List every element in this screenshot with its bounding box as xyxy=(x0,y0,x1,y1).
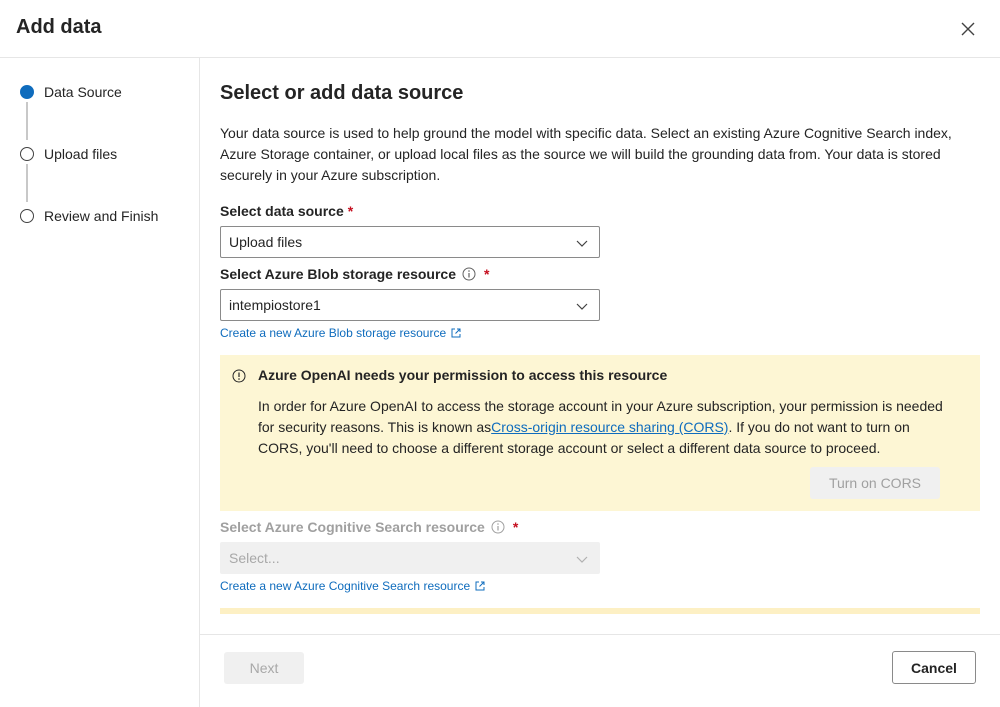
dialog-header: Add data xyxy=(0,0,1000,58)
close-icon xyxy=(961,22,975,36)
cognitive-search-label: Select Azure Cognitive Search resource * xyxy=(220,519,518,535)
link-text: Create a new Azure Cognitive Search reso… xyxy=(220,579,471,593)
data-source-label: Select data source * xyxy=(220,203,353,219)
next-button[interactable]: Next xyxy=(224,652,304,684)
label-text: Select Azure Cognitive Search resource xyxy=(220,519,485,535)
dropdown-value: intempiostore1 xyxy=(229,297,321,313)
required-marker: * xyxy=(484,266,490,282)
section-title: Select or add data source xyxy=(220,82,464,104)
chevron-down-icon xyxy=(576,303,588,310)
cors-link[interactable]: Cross-origin resource sharing (CORS) xyxy=(491,419,728,435)
warning-body: In order for Azure OpenAI to access the … xyxy=(258,396,958,459)
dropdown-value: Upload files xyxy=(229,234,303,250)
section-description: Your data source is used to help ground … xyxy=(220,125,952,183)
step-connector xyxy=(26,102,28,140)
required-marker: * xyxy=(512,519,519,535)
chevron-down-icon xyxy=(576,556,588,563)
data-source-dropdown[interactable]: Upload files xyxy=(220,226,600,258)
required-marker: * xyxy=(347,203,354,219)
turn-on-cors-button[interactable]: Turn on CORS xyxy=(810,467,940,499)
step-label: Upload files xyxy=(44,146,118,162)
external-link-icon xyxy=(475,581,485,591)
step-label: Data Source xyxy=(44,84,122,100)
blob-storage-label: Select Azure Blob storage resource * xyxy=(220,266,489,282)
cancel-button[interactable]: Cancel xyxy=(892,651,976,684)
link-text: Create a new Azure Blob storage resource xyxy=(220,326,447,340)
warning-title: Azure OpenAI needs your permission to ac… xyxy=(258,367,668,383)
label-text: Select Azure Blob storage resource xyxy=(220,266,457,282)
dialog-footer: Next Cancel xyxy=(200,634,1000,707)
main-panel: Select or add data source Your data sour… xyxy=(200,58,1000,634)
cognitive-search-dropdown[interactable]: Select... xyxy=(220,542,600,574)
close-button[interactable] xyxy=(956,17,980,41)
second-warning-banner xyxy=(220,608,980,614)
chevron-down-icon xyxy=(576,240,588,247)
label-text: Select data source xyxy=(220,203,344,219)
create-cognitive-search-link[interactable]: Create a new Azure Cognitive Search reso… xyxy=(220,579,485,593)
step-pending-indicator xyxy=(20,209,34,223)
dropdown-placeholder: Select... xyxy=(229,550,280,566)
info-icon[interactable] xyxy=(491,520,505,534)
step-upload-files[interactable]: Upload files xyxy=(20,144,117,164)
create-blob-storage-link[interactable]: Create a new Azure Blob storage resource xyxy=(220,326,461,340)
step-review-finish[interactable]: Review and Finish xyxy=(20,206,158,226)
cors-warning-banner: Azure OpenAI needs your permission to ac… xyxy=(220,355,980,511)
step-data-source[interactable]: Data Source xyxy=(20,82,122,102)
external-link-icon xyxy=(451,328,461,338)
step-active-indicator xyxy=(20,85,34,99)
step-connector xyxy=(26,164,28,202)
step-pending-indicator xyxy=(20,147,34,161)
warning-icon xyxy=(232,369,246,383)
step-label: Review and Finish xyxy=(44,208,159,224)
wizard-steps: Data Source Upload files Review and Fini… xyxy=(0,58,200,707)
dialog-title: Add data xyxy=(16,16,102,38)
blob-storage-dropdown[interactable]: intempiostore1 xyxy=(220,289,600,321)
info-icon[interactable] xyxy=(462,267,476,281)
